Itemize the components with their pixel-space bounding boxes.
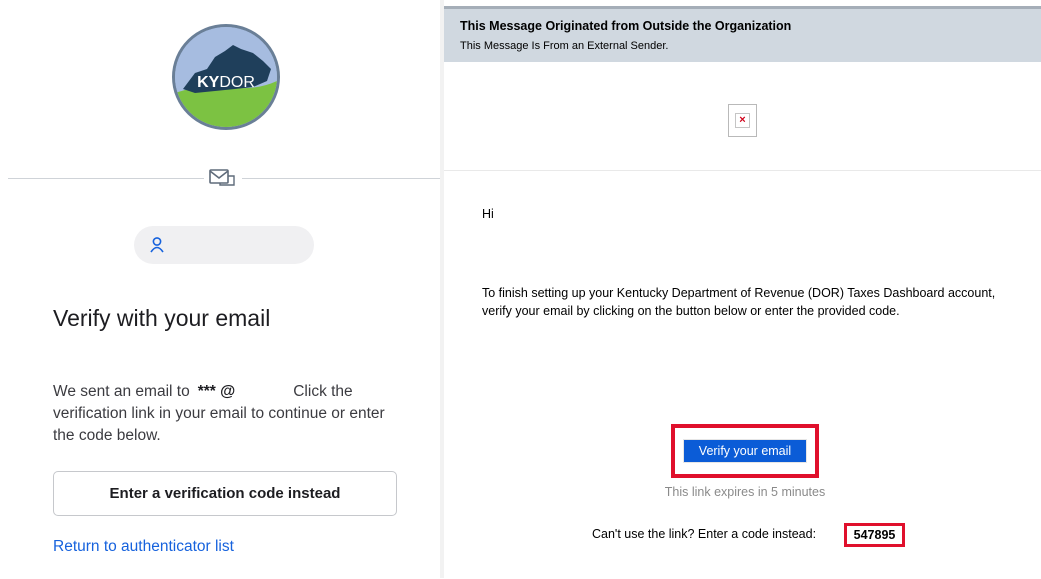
page-title: Verify with your email — [53, 305, 271, 331]
divider-right — [242, 178, 440, 179]
verification-code: 547895 — [844, 523, 905, 547]
identifier-field — [134, 226, 314, 264]
external-sender-banner: This Message Originated from Outside the… — [444, 6, 1041, 62]
verify-button-highlight: Verify your email — [671, 424, 819, 478]
verify-email-button[interactable]: Verify your email — [683, 439, 807, 463]
link-expiry-text: This link expires in 5 minutes — [664, 485, 826, 499]
kydor-logo: KYDOR — [172, 24, 280, 130]
desc-text: We sent an email to — [53, 383, 190, 400]
masked-email: *** @ — [197, 383, 236, 400]
return-authenticator-link[interactable]: Return to authenticator list — [53, 538, 234, 556]
email-paragraph: To finish setting up your Kentucky Depar… — [482, 286, 996, 318]
verification-description: We sent an email to *** @ Click the verifi… — [53, 381, 403, 447]
user-icon — [150, 237, 164, 253]
enter-code-button[interactable]: Enter a verification code instead — [53, 471, 397, 516]
broken-image-icon: × — [728, 104, 757, 137]
email-greeting: Hi — [482, 207, 494, 221]
logo-text: KYDOR — [197, 74, 255, 91]
banner-subtitle: This Message Is From an External Sender. — [460, 40, 669, 52]
email-view: This Message Originated from Outside the… — [444, 0, 1041, 578]
code-prompt: Can't use the link? Enter a code instead… — [592, 527, 817, 541]
divider-left — [8, 178, 204, 179]
banner-title: This Message Originated from Outside the… — [460, 19, 792, 33]
signin-widget: KYDOR Verify with your email We sent an … — [0, 0, 440, 578]
envelope-icon — [207, 167, 237, 189]
email-body: Hi To finish setting up your Kentucky De… — [444, 170, 1041, 579]
